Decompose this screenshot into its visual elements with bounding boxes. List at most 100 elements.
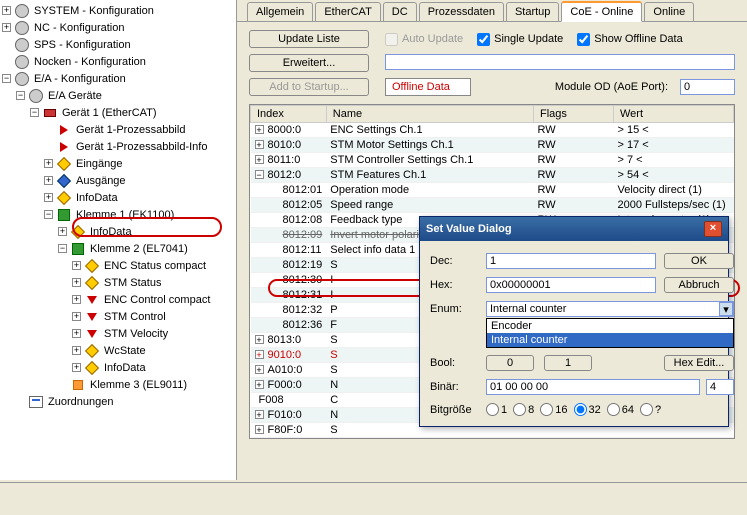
tree-system[interactable]: SYSTEM - Konfiguration [32, 5, 156, 17]
row-toggle[interactable]: + [255, 365, 264, 374]
row-toggle[interactable]: − [255, 170, 264, 179]
row-toggle[interactable]: + [255, 155, 264, 164]
offline-data-label: Offline Data [385, 78, 471, 96]
table-row[interactable]: +8011:0STM Controller Settings Ch.1RW> 7… [251, 153, 734, 168]
tree-toggle[interactable]: − [44, 210, 53, 219]
table-row[interactable]: +8010:0STM Motor Settings Ch.1RW> 17 < [251, 138, 734, 153]
hexedit-button[interactable]: Hex Edit... [664, 355, 734, 371]
row-toggle[interactable]: + [255, 140, 264, 149]
single-update-checkbox[interactable]: Single Update [477, 33, 563, 46]
set-value-dialog: Set Value Dialog × Dec: OK Hex: Abbruch … [419, 216, 729, 427]
tree-gerat1[interactable]: Gerät 1 (EtherCAT) [60, 107, 159, 119]
tree-klemme1[interactable]: Klemme 1 (EK1100) [74, 209, 176, 221]
add-to-startup-button[interactable]: Add to Startup... [249, 78, 369, 96]
row-toggle[interactable]: + [255, 350, 264, 359]
cancel-button[interactable]: Abbruch [664, 277, 734, 293]
col-wert[interactable]: Wert [614, 106, 734, 123]
tree-toggle[interactable]: + [44, 193, 53, 202]
binar-len-input[interactable] [706, 379, 734, 395]
enum-option-encoder[interactable]: Encoder [487, 319, 733, 333]
tree-ausg[interactable]: Ausgänge [74, 175, 128, 187]
tree-toggle[interactable]: + [72, 312, 81, 321]
bit-1[interactable]: 1 [486, 403, 507, 416]
row-toggle[interactable]: + [255, 125, 264, 134]
tree-toggle[interactable]: + [2, 23, 11, 32]
module-od-input[interactable] [680, 79, 735, 95]
tree-encstat[interactable]: ENC Status compact [102, 260, 208, 272]
tree-stmvel[interactable]: STM Velocity [102, 328, 170, 340]
tree-toggle[interactable]: + [72, 278, 81, 287]
tree-toggle[interactable]: + [58, 227, 67, 236]
tree-wcstate[interactable]: WcState [102, 345, 148, 357]
row-toggle[interactable]: + [255, 410, 264, 419]
row-toggle[interactable]: + [255, 380, 264, 389]
tree-toggle[interactable]: + [72, 261, 81, 270]
tree-encctrl[interactable]: ENC Control compact [102, 294, 212, 306]
tab-dc[interactable]: DC [383, 2, 417, 21]
update-liste-button[interactable]: Update Liste [249, 30, 369, 48]
bitsize-radios: 1 8 16 32 64 ? [486, 403, 734, 416]
tree-info3[interactable]: InfoData [102, 362, 148, 374]
tree-ea[interactable]: E/A - Konfiguration [32, 73, 128, 85]
col-name[interactable]: Name [326, 106, 533, 123]
table-row[interactable]: 8012:05Speed rangeRW2000 Fullsteps/sec (… [251, 198, 734, 213]
close-icon[interactable]: × [704, 221, 722, 237]
tree-toggle[interactable]: − [16, 91, 25, 100]
bit-64[interactable]: 64 [607, 403, 634, 416]
hex-input[interactable] [486, 277, 656, 293]
erweitert-button[interactable]: Erweitert... [249, 54, 369, 72]
enum-option-internal[interactable]: Internal counter [487, 333, 733, 347]
tree-info1[interactable]: InfoData [74, 192, 120, 204]
tree-toggle[interactable]: − [58, 244, 67, 253]
dec-input[interactable] [486, 253, 656, 269]
chevron-down-icon[interactable]: ▾ [719, 302, 733, 316]
tree-sps[interactable]: SPS - Konfiguration [32, 39, 133, 51]
tab-coe-online[interactable]: CoE - Online [561, 1, 642, 22]
tab-ethercat[interactable]: EtherCAT [315, 2, 380, 21]
bool-0-button[interactable]: 0 [486, 355, 534, 371]
table-row[interactable]: +8000:0ENC Settings Ch.1RW> 15 < [251, 123, 734, 138]
tab-prozessdaten[interactable]: Prozessdaten [419, 2, 504, 21]
tree-toggle[interactable]: − [2, 74, 11, 83]
tree-geraete[interactable]: E/A Geräte [46, 90, 104, 102]
tree-toggle[interactable]: + [72, 295, 81, 304]
filter-input[interactable] [385, 54, 735, 70]
show-offline-checkbox[interactable]: Show Offline Data [577, 33, 682, 46]
bool-1-button[interactable]: 1 [544, 355, 592, 371]
bit-16[interactable]: 16 [540, 403, 567, 416]
auto-update-checkbox[interactable]: Auto Update [385, 33, 463, 46]
tree-klemme3[interactable]: Klemme 3 (EL9011) [88, 379, 189, 391]
enum-input[interactable] [486, 301, 734, 317]
tree-toggle[interactable]: + [44, 159, 53, 168]
tree-eing[interactable]: Eingänge [74, 158, 125, 170]
tree-stmctrl[interactable]: STM Control [102, 311, 168, 323]
col-index[interactable]: Index [251, 106, 327, 123]
table-row[interactable]: −8012:0STM Features Ch.1RW> 54 < [251, 168, 734, 183]
tree-toggle[interactable]: + [2, 6, 11, 15]
tree-toggle[interactable]: + [72, 329, 81, 338]
tree-klemme2[interactable]: Klemme 2 (EL7041) [88, 243, 190, 255]
row-toggle[interactable]: + [255, 425, 264, 434]
table-row[interactable]: 8012:01Operation modeRWVelocity direct (… [251, 183, 734, 198]
tab-allgemein[interactable]: Allgemein [247, 2, 313, 21]
row-toggle[interactable]: + [255, 335, 264, 344]
bit-8[interactable]: 8 [513, 403, 534, 416]
bit-32[interactable]: 32 [574, 403, 601, 416]
tree-toggle[interactable]: + [72, 363, 81, 372]
tree-nc[interactable]: NC - Konfiguration [32, 22, 127, 34]
tree-zuord[interactable]: Zuordnungen [46, 396, 115, 408]
tree-toggle[interactable]: + [72, 346, 81, 355]
tab-startup[interactable]: Startup [506, 2, 559, 21]
tree-nocken[interactable]: Nocken - Konfiguration [32, 56, 148, 68]
bit-q[interactable]: ? [640, 403, 661, 416]
tree-info2[interactable]: InfoData [88, 226, 134, 238]
tree-pab[interactable]: Gerät 1-Prozessabbild [74, 124, 187, 136]
binar-input[interactable] [486, 379, 700, 395]
col-flags[interactable]: Flags [534, 106, 614, 123]
tab-online[interactable]: Online [644, 2, 694, 21]
tree-pabinfo[interactable]: Gerät 1-Prozessabbild-Info [74, 141, 209, 153]
ok-button[interactable]: OK [664, 253, 734, 269]
tree-toggle[interactable]: − [30, 108, 39, 117]
tree-toggle[interactable]: + [44, 176, 53, 185]
tree-stmstat[interactable]: STM Status [102, 277, 163, 289]
